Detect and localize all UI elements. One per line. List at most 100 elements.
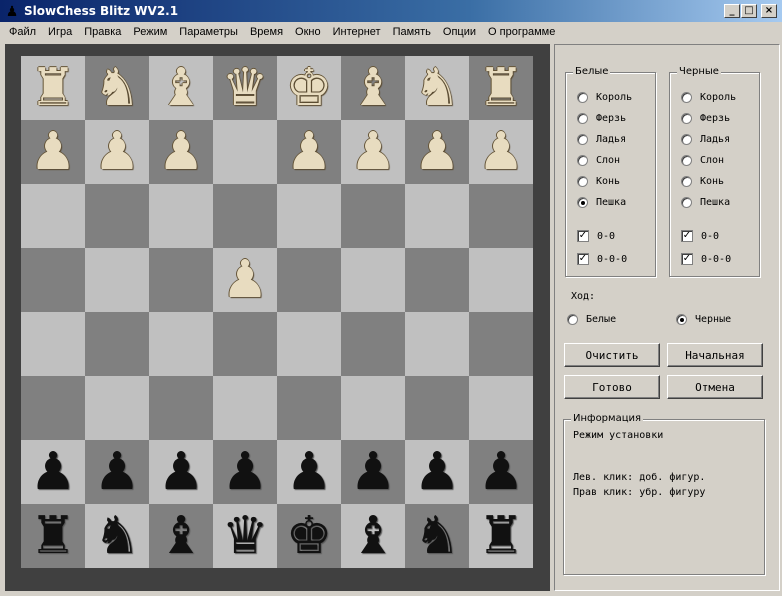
black-rook-radio[interactable] xyxy=(681,134,692,145)
square-c1[interactable]: ♝ xyxy=(149,56,213,120)
square-f4[interactable] xyxy=(341,248,405,312)
white-pawn-radio[interactable] xyxy=(577,197,588,208)
square-a1[interactable]: ♜ xyxy=(21,56,85,120)
menu-about[interactable]: О программе xyxy=(482,23,561,41)
square-d5[interactable] xyxy=(213,312,277,376)
black-knight-radio[interactable] xyxy=(681,176,692,187)
move-white-radio[interactable] xyxy=(567,314,578,325)
square-a7[interactable]: ♟ xyxy=(21,440,85,504)
square-d7[interactable]: ♟ xyxy=(213,440,277,504)
square-h6[interactable] xyxy=(469,376,533,440)
white-knight-icon[interactable]: ♞ xyxy=(94,62,141,114)
square-b6[interactable] xyxy=(85,376,149,440)
black-rook-option[interactable]: Ладья xyxy=(681,134,730,145)
clear-button[interactable]: Очистить xyxy=(564,343,660,367)
black-pawn-icon[interactable]: ♟ xyxy=(414,446,461,498)
close-button[interactable]: × xyxy=(761,4,777,18)
square-b3[interactable] xyxy=(85,184,149,248)
black-castle-long-checkbox[interactable]: ✓ xyxy=(681,253,693,265)
white-pawn-icon[interactable]: ♟ xyxy=(222,254,269,306)
square-f2[interactable]: ♟ xyxy=(341,120,405,184)
square-e7[interactable]: ♟ xyxy=(277,440,341,504)
minimize-button[interactable]: _ xyxy=(724,4,740,18)
square-b2[interactable]: ♟ xyxy=(85,120,149,184)
white-castle-long[interactable]: ✓ 0-0-0 xyxy=(577,253,627,265)
white-pawn-icon[interactable]: ♟ xyxy=(94,126,141,178)
white-bishop-option[interactable]: Слон xyxy=(577,155,620,166)
black-pawn-icon[interactable]: ♟ xyxy=(222,446,269,498)
square-a8[interactable]: ♜ xyxy=(21,504,85,568)
square-b1[interactable]: ♞ xyxy=(85,56,149,120)
done-button[interactable]: Готово xyxy=(564,375,660,399)
black-pawn-option[interactable]: Пешка xyxy=(681,197,730,208)
white-castle-long-checkbox[interactable]: ✓ xyxy=(577,253,589,265)
black-rook-icon[interactable]: ♜ xyxy=(30,510,77,562)
square-e5[interactable] xyxy=(277,312,341,376)
black-castle-long[interactable]: ✓ 0-0-0 xyxy=(681,253,731,265)
square-f7[interactable]: ♟ xyxy=(341,440,405,504)
initial-position-button[interactable]: Начальная xyxy=(667,343,763,367)
white-bishop-radio[interactable] xyxy=(577,155,588,166)
square-f3[interactable] xyxy=(341,184,405,248)
white-pawn-icon[interactable]: ♟ xyxy=(286,126,333,178)
black-pawn-icon[interactable]: ♟ xyxy=(94,446,141,498)
black-pawn-icon[interactable]: ♟ xyxy=(30,446,77,498)
square-c4[interactable] xyxy=(149,248,213,312)
white-pawn-icon[interactable]: ♟ xyxy=(478,126,525,178)
square-c2[interactable]: ♟ xyxy=(149,120,213,184)
square-h4[interactable] xyxy=(469,248,533,312)
black-queen-icon[interactable]: ♛ xyxy=(222,510,269,562)
square-e4[interactable] xyxy=(277,248,341,312)
black-pawn-icon[interactable]: ♟ xyxy=(158,446,205,498)
menu-options[interactable]: Опции xyxy=(437,23,482,41)
white-knight-icon[interactable]: ♞ xyxy=(414,62,461,114)
white-pawn-icon[interactable]: ♟ xyxy=(414,126,461,178)
black-queen-radio[interactable] xyxy=(681,113,692,124)
square-f1[interactable]: ♝ xyxy=(341,56,405,120)
white-pawn-option[interactable]: Пешка xyxy=(577,197,626,208)
square-g5[interactable] xyxy=(405,312,469,376)
square-h2[interactable]: ♟ xyxy=(469,120,533,184)
square-h3[interactable] xyxy=(469,184,533,248)
black-knight-icon[interactable]: ♞ xyxy=(414,510,461,562)
white-pawn-icon[interactable]: ♟ xyxy=(350,126,397,178)
black-knight-icon[interactable]: ♞ xyxy=(94,510,141,562)
black-bishop-radio[interactable] xyxy=(681,155,692,166)
black-king-option[interactable]: Король xyxy=(681,92,736,103)
menu-parameters[interactable]: Параметры xyxy=(173,23,244,41)
black-bishop-option[interactable]: Слон xyxy=(681,155,724,166)
square-g4[interactable] xyxy=(405,248,469,312)
square-b7[interactable]: ♟ xyxy=(85,440,149,504)
square-e8[interactable]: ♚ xyxy=(277,504,341,568)
white-rook-radio[interactable] xyxy=(577,134,588,145)
square-e3[interactable] xyxy=(277,184,341,248)
black-bishop-icon[interactable]: ♝ xyxy=(158,510,205,562)
square-d8[interactable]: ♛ xyxy=(213,504,277,568)
cancel-button[interactable]: Отмена xyxy=(667,375,763,399)
square-e6[interactable] xyxy=(277,376,341,440)
menu-time[interactable]: Время xyxy=(244,23,289,41)
menu-file[interactable]: Файл xyxy=(3,23,42,41)
black-king-icon[interactable]: ♚ xyxy=(286,510,333,562)
black-pawn-icon[interactable]: ♟ xyxy=(478,446,525,498)
square-f8[interactable]: ♝ xyxy=(341,504,405,568)
white-knight-option[interactable]: Конь xyxy=(577,176,620,187)
square-b4[interactable] xyxy=(85,248,149,312)
white-knight-radio[interactable] xyxy=(577,176,588,187)
move-black-option[interactable]: Черные xyxy=(676,314,731,325)
square-c7[interactable]: ♟ xyxy=(149,440,213,504)
square-c5[interactable] xyxy=(149,312,213,376)
square-g3[interactable] xyxy=(405,184,469,248)
square-a3[interactable] xyxy=(21,184,85,248)
white-king-radio[interactable] xyxy=(577,92,588,103)
square-g6[interactable] xyxy=(405,376,469,440)
square-b8[interactable]: ♞ xyxy=(85,504,149,568)
white-queen-icon[interactable]: ♛ xyxy=(222,62,269,114)
square-e2[interactable]: ♟ xyxy=(277,120,341,184)
menu-mode[interactable]: Режим xyxy=(127,23,173,41)
square-d3[interactable] xyxy=(213,184,277,248)
menu-memory[interactable]: Память xyxy=(387,23,437,41)
square-g7[interactable]: ♟ xyxy=(405,440,469,504)
square-b5[interactable] xyxy=(85,312,149,376)
white-rook-icon[interactable]: ♜ xyxy=(478,62,525,114)
